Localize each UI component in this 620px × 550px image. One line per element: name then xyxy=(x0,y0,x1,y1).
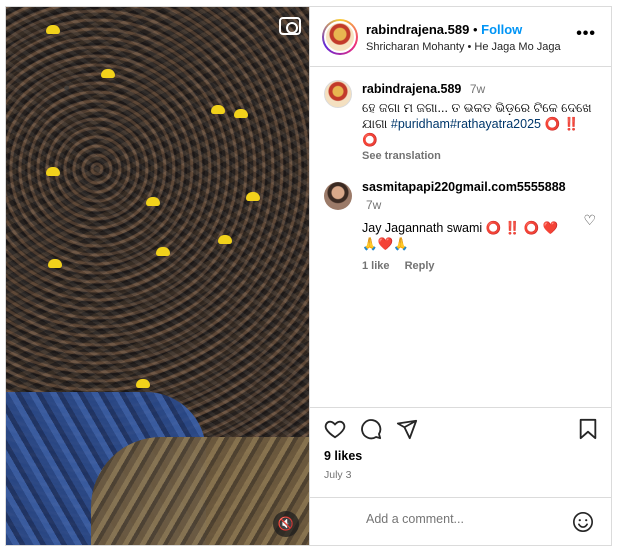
post-header: rabindrajena.589 • Follow Shricharan Moh… xyxy=(310,7,611,67)
audio-label[interactable]: Shricharan Mohanty • He Jaga Mo Jaga xyxy=(366,41,561,53)
comment-time: 7w xyxy=(366,198,382,212)
commenter-avatar[interactable] xyxy=(324,182,352,210)
avatar[interactable] xyxy=(322,19,358,55)
comments-list: rabindrajena.589 7w ହେ ଜଗା ମ ଜଗା... ତ ଭକ… xyxy=(310,68,611,406)
follow-button[interactable]: Follow xyxy=(481,22,522,37)
post-dialog: 🔇 rabindrajena.589 • Follow Shricharan M… xyxy=(5,6,612,546)
post-author: rabindrajena.589 • Follow xyxy=(366,22,522,37)
hashtag-link[interactable]: #puridham#rathayatra2025 xyxy=(391,117,541,131)
caption-comment: rabindrajena.589 7w ହେ ଜଗା ମ ଜଗା... ତ ଭକ… xyxy=(310,80,611,162)
add-comment-input[interactable] xyxy=(366,512,546,526)
reply-button[interactable]: Reply xyxy=(405,260,435,272)
camera-icon xyxy=(279,17,301,35)
mute-icon[interactable]: 🔇 xyxy=(273,511,299,537)
comment-icon[interactable] xyxy=(360,418,382,440)
share-icon[interactable] xyxy=(396,418,418,440)
save-bookmark-icon[interactable] xyxy=(578,418,598,440)
like-heart-icon[interactable] xyxy=(324,418,346,440)
see-translation-link[interactable]: See translation xyxy=(362,150,596,162)
action-bar xyxy=(310,407,611,451)
comment-meta: 1 like Reply xyxy=(362,260,596,272)
like-comment-icon[interactable]: ♡ xyxy=(583,212,596,229)
author-username[interactable]: rabindrajena.589 xyxy=(366,22,469,37)
comment-text: Jay Jagannath swami ⭕ ‼️ ⭕ ❤️ 🙏❤️🙏 xyxy=(362,221,559,251)
emoji-icon[interactable] xyxy=(572,511,594,533)
post-date: July 3 xyxy=(324,469,352,481)
comment-like-count[interactable]: 1 like xyxy=(362,260,390,272)
add-comment-bar xyxy=(310,497,611,545)
post-video[interactable]: 🔇 xyxy=(6,7,309,545)
likes-count[interactable]: 9 likes xyxy=(324,449,362,463)
comment-username[interactable]: sasmitapapi220gmail.com5555888 xyxy=(362,180,566,194)
more-options-icon[interactable]: ••• xyxy=(576,25,596,43)
comment-text: ହେ ଜଗା ମ ଜଗା... ତ ଭକତ ଭିଡ଼ରେ ଟିକେ ଦେଖେ ଯ… xyxy=(362,100,596,148)
post-details-panel: rabindrajena.589 • Follow Shricharan Moh… xyxy=(309,7,611,545)
comment-time: 7w xyxy=(469,82,486,96)
caption-avatar[interactable] xyxy=(324,80,352,108)
comment-item: sasmitapapi220gmail.com5555888 7w Jay Ja… xyxy=(310,178,611,272)
comment-username[interactable]: rabindrajena.589 xyxy=(362,82,461,96)
separator-dot: • xyxy=(472,22,482,37)
